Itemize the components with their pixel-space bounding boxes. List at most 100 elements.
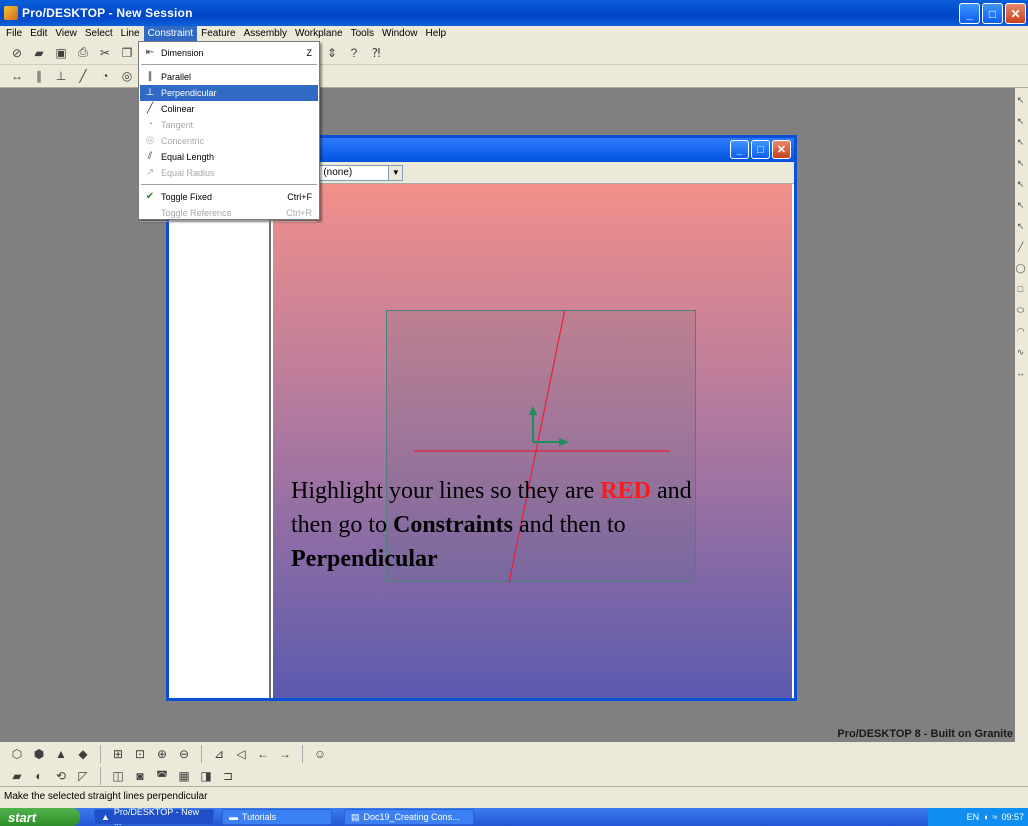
menu-select[interactable]: Select (81, 26, 117, 41)
extrude-icon[interactable]: ▰ (9, 768, 25, 784)
palette-select-part-icon[interactable]: ↖ (1015, 200, 1026, 214)
menu-item-dimension[interactable]: ⇤ Dimension Z (140, 45, 318, 61)
menu-item-colinear[interactable]: ╱ Colinear (140, 101, 318, 117)
zoom-fit-icon[interactable]: ⊡ (132, 746, 148, 762)
menu-feature[interactable]: Feature (197, 26, 239, 41)
line-tool-icon[interactable]: ╱ (75, 68, 91, 84)
language-indicator[interactable]: EN (967, 812, 980, 822)
palette-select-edge-icon[interactable]: ↖ (1015, 137, 1026, 151)
palette-rectangle-icon[interactable]: □ (1015, 284, 1026, 298)
save-icon[interactable]: ▣ (53, 45, 69, 61)
menu-item-shortcut: Ctrl+F (287, 192, 312, 202)
palette-line-icon[interactable]: ╱ (1015, 242, 1026, 256)
menu-item-perpendicular[interactable]: ⊥ Perpendicular (140, 85, 318, 101)
menu-item-label: Colinear (161, 104, 195, 114)
help-icon[interactable]: ? (346, 45, 362, 61)
close-button[interactable]: ✕ (1005, 3, 1026, 24)
pattern-icon: ▦ (178, 768, 190, 783)
selection-dropdown[interactable]: (none) ▼ (319, 164, 404, 181)
zoom-in-icon[interactable]: ⊕ (154, 746, 170, 762)
revolve-icon[interactable]: ◐ (31, 768, 47, 784)
context-help-icon[interactable]: ⁈ (368, 45, 384, 61)
new-design-icon[interactable]: ⊘ (9, 45, 25, 61)
menu-item-label: Toggle Fixed (161, 192, 213, 202)
palette-ellipse-icon[interactable]: ⬭ (1015, 305, 1026, 319)
caption-text: then go to (291, 512, 393, 538)
tray-network-icon[interactable]: ≈ (993, 812, 998, 822)
tray-volume-icon[interactable]: ◖ (983, 812, 988, 822)
back-icon[interactable]: ← (255, 746, 271, 762)
workplane-view-icon[interactable]: ⊿ (211, 746, 227, 762)
menu-item-shortcut: Ctrl+R (286, 208, 312, 218)
sketch-canvas[interactable]: Highlight your lines so they are RED and… (273, 184, 792, 698)
menu-assembly[interactable]: Assembly (240, 26, 291, 41)
dimension-tool-icon[interactable]: ↔ (9, 68, 25, 84)
palette-select-icon[interactable]: ↖ (1015, 95, 1026, 109)
menu-line[interactable]: Line (117, 26, 144, 41)
caption-text: Highlight your lines so they are (291, 478, 601, 504)
menu-separator (141, 64, 317, 65)
view-toolbar: ⬡ ⬢ ▲ ◆ ⊞ ⊡ ⊕ ⊖ ⊿ ◁ ← → ☺ (0, 742, 1028, 765)
forward-icon[interactable]: → (277, 746, 293, 762)
menu-view[interactable]: View (51, 26, 81, 41)
menu-window[interactable]: Window (378, 26, 422, 41)
toolbar-separator (100, 766, 101, 785)
palette-select-workplane-icon[interactable]: ↖ (1015, 221, 1026, 235)
toggle-fixed-icon: ✔ (145, 191, 155, 202)
title-bar[interactable]: Pro/DESKTOP - New Session _ □ ✕ (0, 0, 1028, 26)
menu-separator (140, 221, 316, 222)
palette-select-face-icon[interactable]: ↖ (1015, 158, 1026, 172)
parallel-tool-icon[interactable]: ∥ (31, 68, 47, 84)
open-icon[interactable]: ▰ (31, 45, 47, 61)
cut-icon[interactable]: ✂ (97, 45, 113, 61)
prodesktop-icon: ▲ (101, 812, 110, 822)
smiley-icon[interactable]: ☺ (312, 746, 328, 762)
view-render-icon[interactable]: ◆ (75, 746, 91, 762)
tangent-icon: ◔ (146, 119, 154, 130)
menu-tools[interactable]: Tools (347, 26, 378, 41)
taskbar-item-doc19[interactable]: ▤ Doc19_Creating Cons... (344, 809, 474, 825)
design-close-button[interactable]: ✕ (772, 140, 791, 159)
view-wire-icon[interactable]: ⬢ (31, 746, 47, 762)
menu-edit[interactable]: Edit (26, 26, 51, 41)
print-icon[interactable]: ⎙ (75, 45, 91, 61)
taskbar-item-label: Pro/DESKTOP - New ... (113, 807, 200, 826)
copy-icon[interactable]: ❐ (119, 45, 135, 61)
palette-arc-icon[interactable]: ◠ (1015, 326, 1026, 340)
palette-circle-icon[interactable]: ◯ (1015, 263, 1026, 277)
zoom-window-icon[interactable]: ⊞ (110, 746, 126, 762)
menu-constraint[interactable]: Constraint (143, 26, 198, 41)
maximize-button[interactable]: □ (982, 3, 1003, 24)
pin-icon[interactable]: ⇕ (324, 45, 340, 61)
menu-item-equal-length[interactable]: ⫽ Equal Length (140, 149, 318, 165)
rotate-icon[interactable]: ◁ (233, 746, 249, 762)
palette-spline-icon[interactable]: ∿ (1015, 347, 1026, 361)
perpendicular-tool-icon[interactable]: ⊥ (53, 68, 69, 84)
menu-workplane[interactable]: Workplane (291, 26, 347, 41)
design-browser-pane[interactable] (171, 184, 271, 698)
view-shaded-icon[interactable]: ▲ (53, 746, 69, 762)
loft-icon[interactable]: ◸ (75, 768, 91, 784)
menu-item-parallel[interactable]: ∥ Parallel (140, 69, 318, 85)
menu-file[interactable]: File (2, 26, 26, 41)
arc-tool-icon[interactable]: ◔ (97, 68, 113, 84)
taskbar-item-tutorials[interactable]: ▬ Tutorials (222, 809, 332, 825)
design-minimize-button[interactable]: _ (730, 140, 749, 159)
palette-select-feature-icon[interactable]: ↖ (1015, 179, 1026, 193)
window-title: Pro/DESKTOP - New Session (22, 6, 193, 20)
palette-select-line-icon[interactable]: ↖ (1015, 116, 1026, 130)
minimize-button[interactable]: _ (959, 3, 980, 24)
palette-dimension-icon[interactable]: ↔ (1015, 368, 1026, 382)
circle-tool-icon[interactable]: ◎ (119, 68, 135, 84)
menu-help[interactable]: Help (422, 26, 451, 41)
zoom-out-icon[interactable]: ⊖ (176, 746, 192, 762)
view-iso-icon[interactable]: ⬡ (9, 746, 25, 762)
taskbar-item-prodesktop[interactable]: ▲ Pro/DESKTOP - New ... (94, 807, 214, 826)
start-button[interactable]: start (0, 808, 80, 826)
clock: 09:57 (1001, 812, 1024, 822)
equal-length-icon: ⫽ (147, 151, 153, 162)
sweep-icon[interactable]: ⟲ (53, 768, 69, 784)
menu-item-toggle-fixed[interactable]: ✔ Toggle Fixed Ctrl+F (140, 189, 318, 205)
chevron-down-icon[interactable]: ▼ (388, 165, 403, 180)
design-maximize-button[interactable]: □ (751, 140, 770, 159)
